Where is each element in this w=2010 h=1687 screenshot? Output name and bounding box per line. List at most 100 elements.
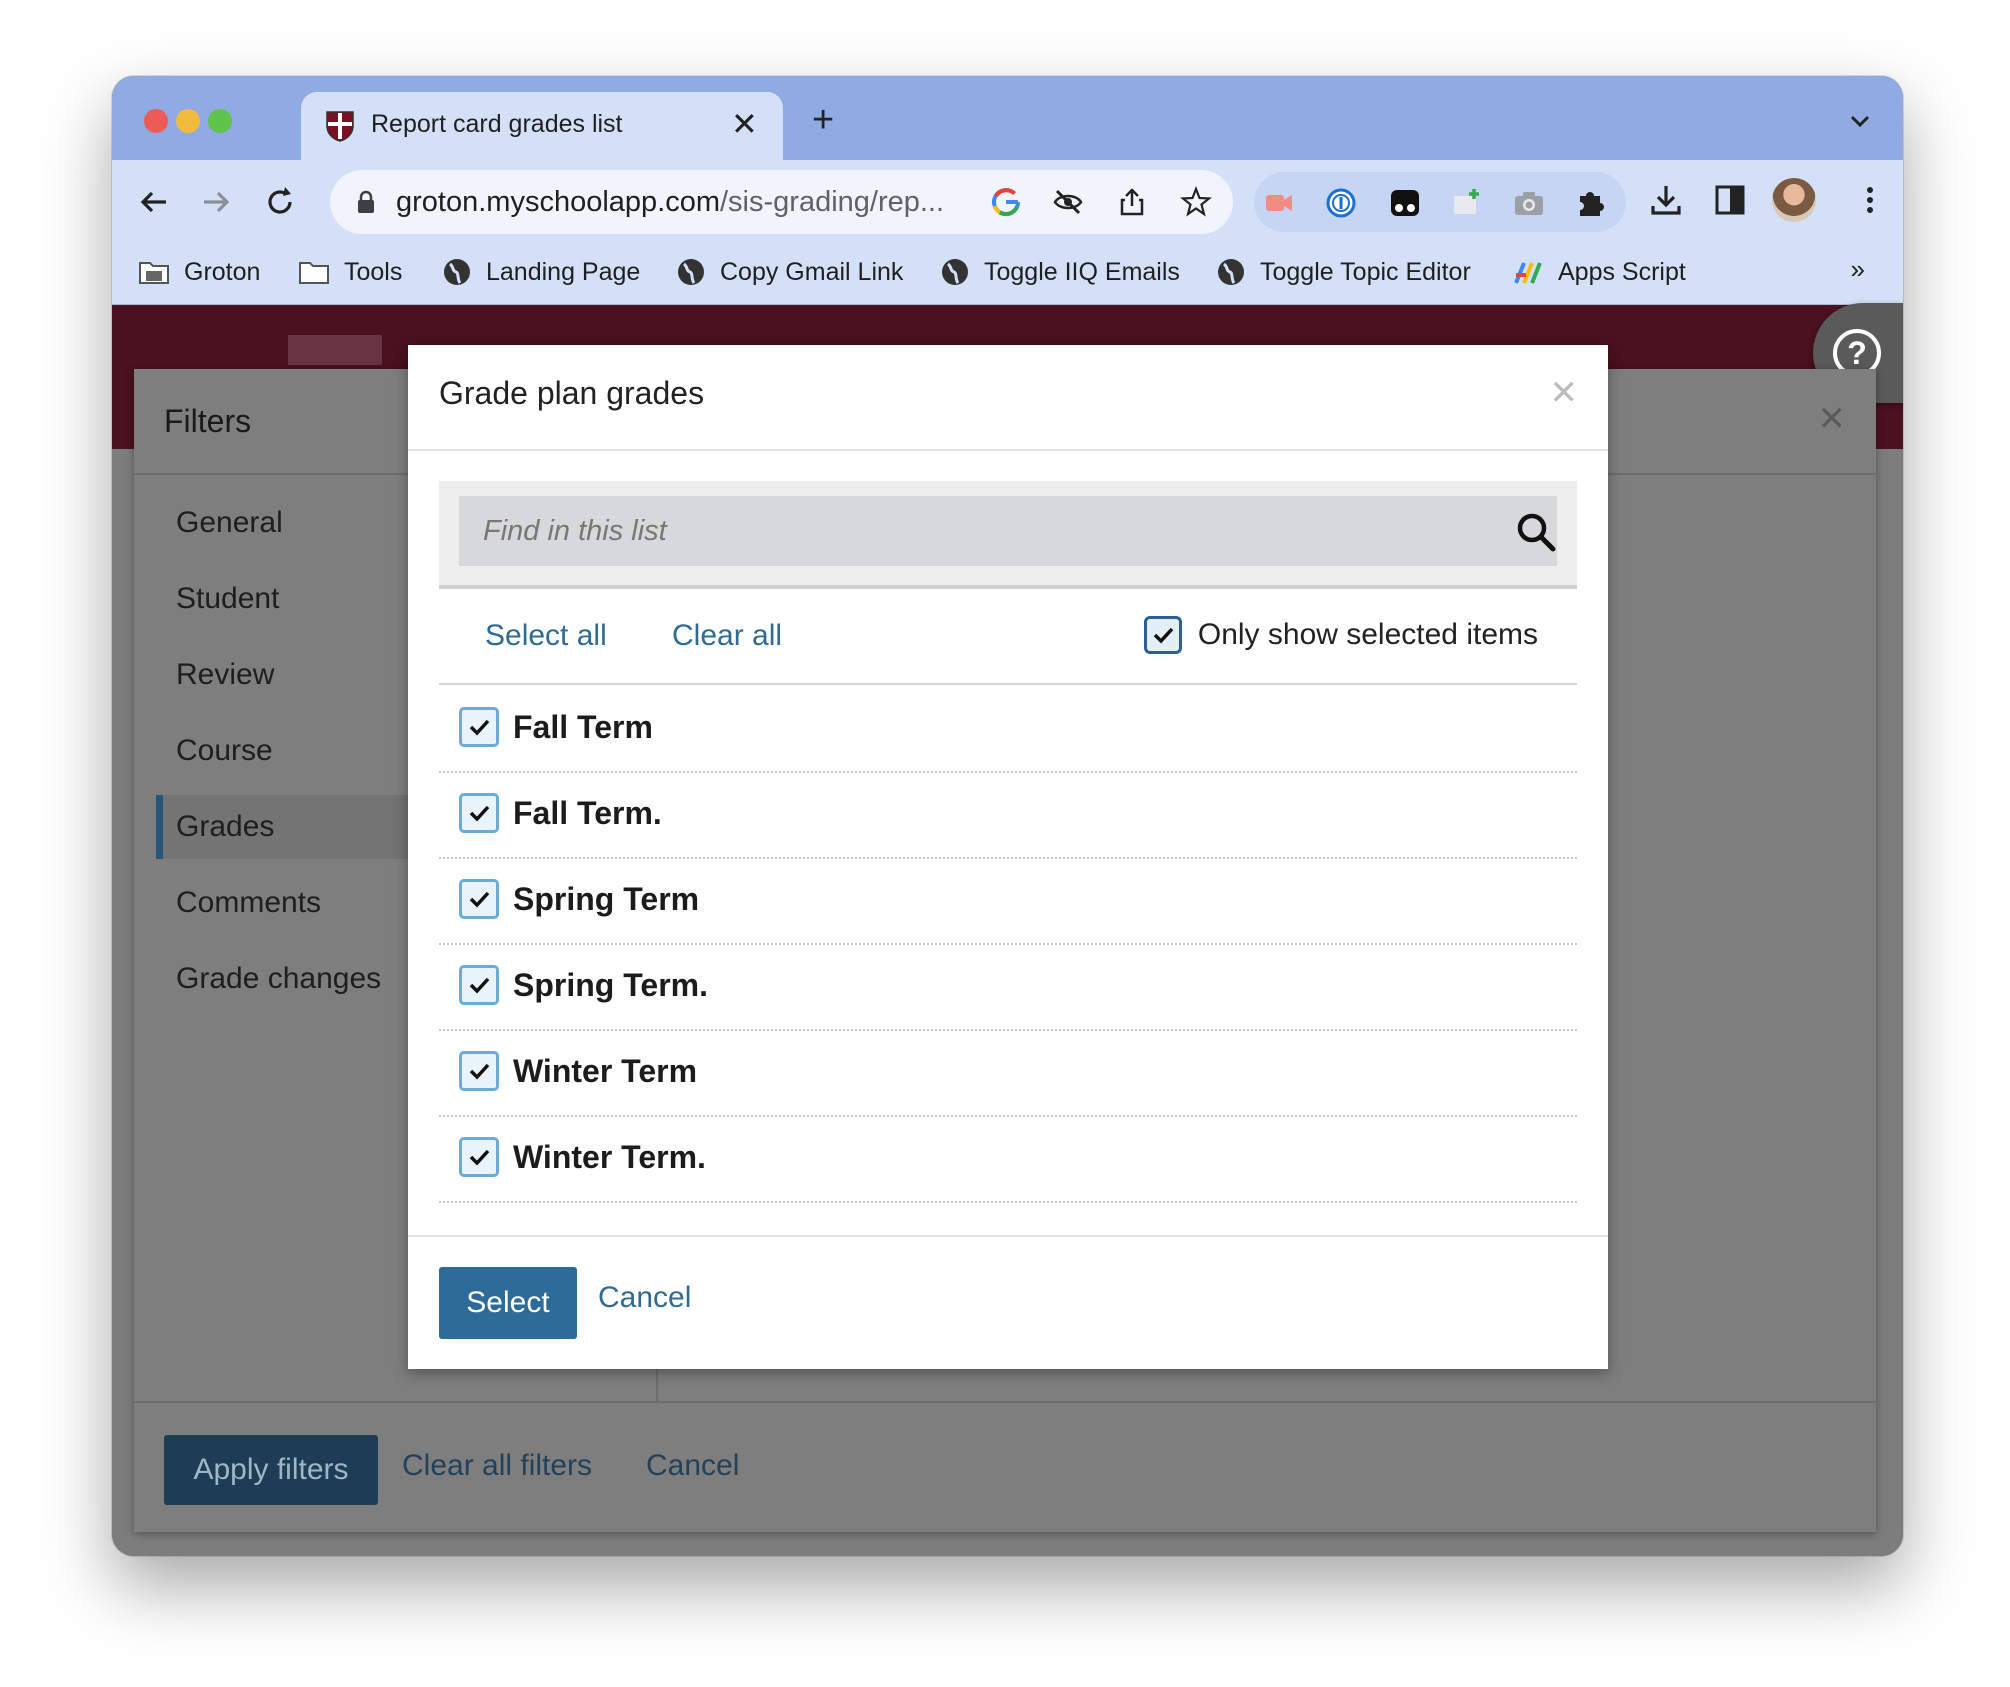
- bookmark-copy-gmail-link[interactable]: Copy Gmail Link: [676, 254, 903, 290]
- address-bar[interactable]: groton.myschoolapp.com/sis-grading/rep..…: [330, 170, 1233, 234]
- list-item[interactable]: Winter Term.: [439, 1115, 1577, 1203]
- checkmark-icon: [469, 977, 490, 994]
- list-item[interactable]: Fall Term.: [439, 771, 1577, 859]
- bookmark-toggle-topic-editor[interactable]: Toggle Topic Editor: [1216, 254, 1471, 290]
- browser-window: Report card grades list ✕ + groton.mysch…: [112, 76, 1903, 1556]
- search-input[interactable]: [459, 496, 1557, 566]
- filter-nav-review[interactable]: Review: [156, 643, 426, 707]
- camera-icon[interactable]: [1512, 186, 1546, 220]
- bookmark-label: Groton: [184, 257, 261, 286]
- divider: [408, 449, 1608, 451]
- filter-nav-student[interactable]: Student: [156, 567, 426, 631]
- item-checkbox[interactable]: [459, 879, 499, 919]
- bookmark-apps-script[interactable]: Apps Script: [1512, 254, 1686, 290]
- profile-avatar[interactable]: [1772, 178, 1816, 222]
- item-label: Winter Term.: [513, 1139, 706, 1175]
- search-icon[interactable]: [1515, 511, 1557, 553]
- filter-nav-course[interactable]: Course: [156, 719, 426, 783]
- bookmark-label: Copy Gmail Link: [720, 257, 904, 286]
- bookmark-label: Apps Script: [1558, 257, 1686, 286]
- filters-cancel-link[interactable]: Cancel: [646, 1449, 739, 1483]
- password-manager-icon[interactable]: [1324, 186, 1358, 220]
- item-label: Spring Term: [513, 881, 700, 917]
- header-nav-placeholder: [288, 335, 382, 365]
- incognito-extension-icon[interactable]: [1388, 186, 1422, 220]
- browser-toolbar: groton.myschoolapp.com/sis-grading/rep..…: [112, 160, 1903, 242]
- bookmark-label: Landing Page: [486, 257, 641, 286]
- filters-title: Filters: [164, 403, 252, 439]
- checkmark-icon: [469, 719, 490, 736]
- list-item[interactable]: Fall Term: [439, 685, 1577, 773]
- kebab-menu-icon[interactable]: [1852, 182, 1888, 218]
- side-panel-icon[interactable]: [1712, 182, 1748, 218]
- divider: [408, 1235, 1608, 1237]
- bookmark-toggle-iiq-emails[interactable]: Toggle IIQ Emails: [940, 254, 1180, 290]
- new-tab-icon[interactable]: +: [812, 100, 834, 140]
- modal-title: Grade plan grades: [439, 375, 705, 411]
- globe-icon: [678, 259, 704, 285]
- forward-arrow-icon[interactable]: [196, 182, 236, 222]
- item-checkbox[interactable]: [459, 707, 499, 747]
- bookmark-star-icon[interactable]: [1180, 186, 1212, 218]
- bookmarks-overflow-button[interactable]: »: [1851, 254, 1865, 285]
- only-show-selected-toggle[interactable]: Only show selected items: [1143, 613, 1538, 657]
- list-item[interactable]: Spring Term: [439, 857, 1577, 945]
- modal-close-icon[interactable]: ✕: [1550, 373, 1579, 413]
- minimize-window-button[interactable]: [176, 109, 200, 133]
- bookmark-groton[interactable]: Groton: [138, 254, 260, 290]
- search-container: [439, 481, 1577, 589]
- only-show-selected-label: Only show selected items: [1197, 618, 1538, 651]
- filter-nav-comments[interactable]: Comments: [156, 871, 426, 935]
- apps-script-icon: [1514, 262, 1542, 284]
- close-window-button[interactable]: [144, 109, 168, 133]
- building-folder-icon: [139, 262, 169, 284]
- filter-nav-general[interactable]: General: [156, 491, 426, 555]
- bookmark-label: Toggle Topic Editor: [1260, 257, 1471, 286]
- bookmark-tools[interactable]: Tools: [298, 254, 402, 290]
- share-icon[interactable]: [1116, 186, 1148, 218]
- select-button[interactable]: Select: [439, 1267, 577, 1339]
- eye-slash-icon[interactable]: [1052, 186, 1084, 218]
- back-arrow-icon[interactable]: [134, 182, 174, 222]
- select-all-link[interactable]: Select all: [485, 619, 607, 653]
- bookmarks-bar: Groton Tools Landing Page Copy Gmail Lin…: [112, 242, 1903, 305]
- modal-cancel-link[interactable]: Cancel: [598, 1281, 691, 1315]
- tab-report-card-grades[interactable]: Report card grades list ✕: [301, 92, 783, 160]
- extensions-puzzle-icon[interactable]: [1574, 186, 1608, 220]
- clear-all-link[interactable]: Clear all: [672, 619, 782, 653]
- folder-icon: [299, 262, 329, 284]
- item-checkbox[interactable]: [459, 965, 499, 1005]
- lock-icon[interactable]: [356, 190, 376, 214]
- item-checkbox[interactable]: [459, 1051, 499, 1091]
- filter-nav-grades[interactable]: Grades: [156, 795, 426, 859]
- tab-close-icon[interactable]: ✕: [731, 106, 758, 142]
- download-icon[interactable]: [1648, 182, 1684, 218]
- item-label: Winter Term: [513, 1053, 698, 1089]
- grade-plan-grades-modal: Grade plan grades ✕ Select all Clear all…: [408, 345, 1608, 1369]
- google-icon[interactable]: [990, 186, 1022, 218]
- list-item[interactable]: Winter Term: [439, 1029, 1577, 1117]
- list-item[interactable]: Spring Term.: [439, 943, 1577, 1031]
- add-extension-icon[interactable]: [1450, 186, 1484, 220]
- page-content: ? Filters ✕ General Student Review Cours…: [112, 303, 1903, 1556]
- tab-search-chevron-icon[interactable]: [1847, 110, 1873, 132]
- item-checkbox[interactable]: [459, 793, 499, 833]
- reload-icon[interactable]: [260, 182, 300, 222]
- item-label: Fall Term.: [513, 795, 662, 831]
- clear-all-filters-link[interactable]: Clear all filters: [402, 1449, 592, 1483]
- url-text[interactable]: groton.myschoolapp.com/sis-grading/rep..…: [396, 186, 944, 219]
- divider: [656, 1365, 658, 1401]
- item-checkbox[interactable]: [459, 1137, 499, 1177]
- tab-strip: Report card grades list ✕ +: [112, 76, 1903, 160]
- video-extension-icon[interactable]: [1262, 186, 1296, 220]
- zoom-window-button[interactable]: [208, 109, 232, 133]
- only-show-selected-checkbox[interactable]: [1143, 616, 1182, 654]
- apply-filters-button[interactable]: Apply filters: [164, 1435, 378, 1505]
- filter-nav-grade-changes[interactable]: Grade changes: [156, 947, 426, 1011]
- checkmark-icon: [469, 1063, 490, 1080]
- bookmark-landing-page[interactable]: Landing Page: [442, 254, 640, 290]
- item-label: Spring Term.: [513, 967, 708, 1003]
- checkmark-icon: [469, 1149, 490, 1166]
- filters-close-icon[interactable]: ✕: [1818, 399, 1847, 439]
- globe-icon: [1218, 259, 1244, 285]
